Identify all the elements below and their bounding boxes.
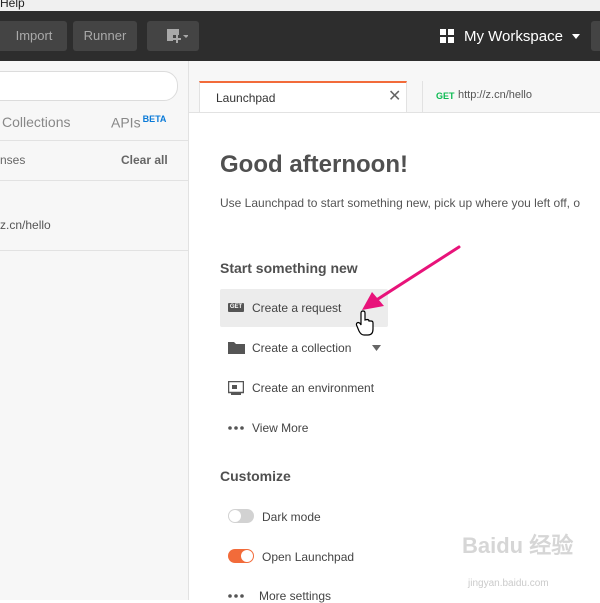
hand-cursor-icon <box>355 310 374 336</box>
annotation-overlay <box>355 245 461 336</box>
annotation-arrow-head <box>362 292 384 310</box>
annotation-arrow-line <box>376 245 461 301</box>
watermark-logo: Baidu 经验 <box>462 533 574 558</box>
watermark-url: jingyan.baidu.com <box>468 578 549 589</box>
